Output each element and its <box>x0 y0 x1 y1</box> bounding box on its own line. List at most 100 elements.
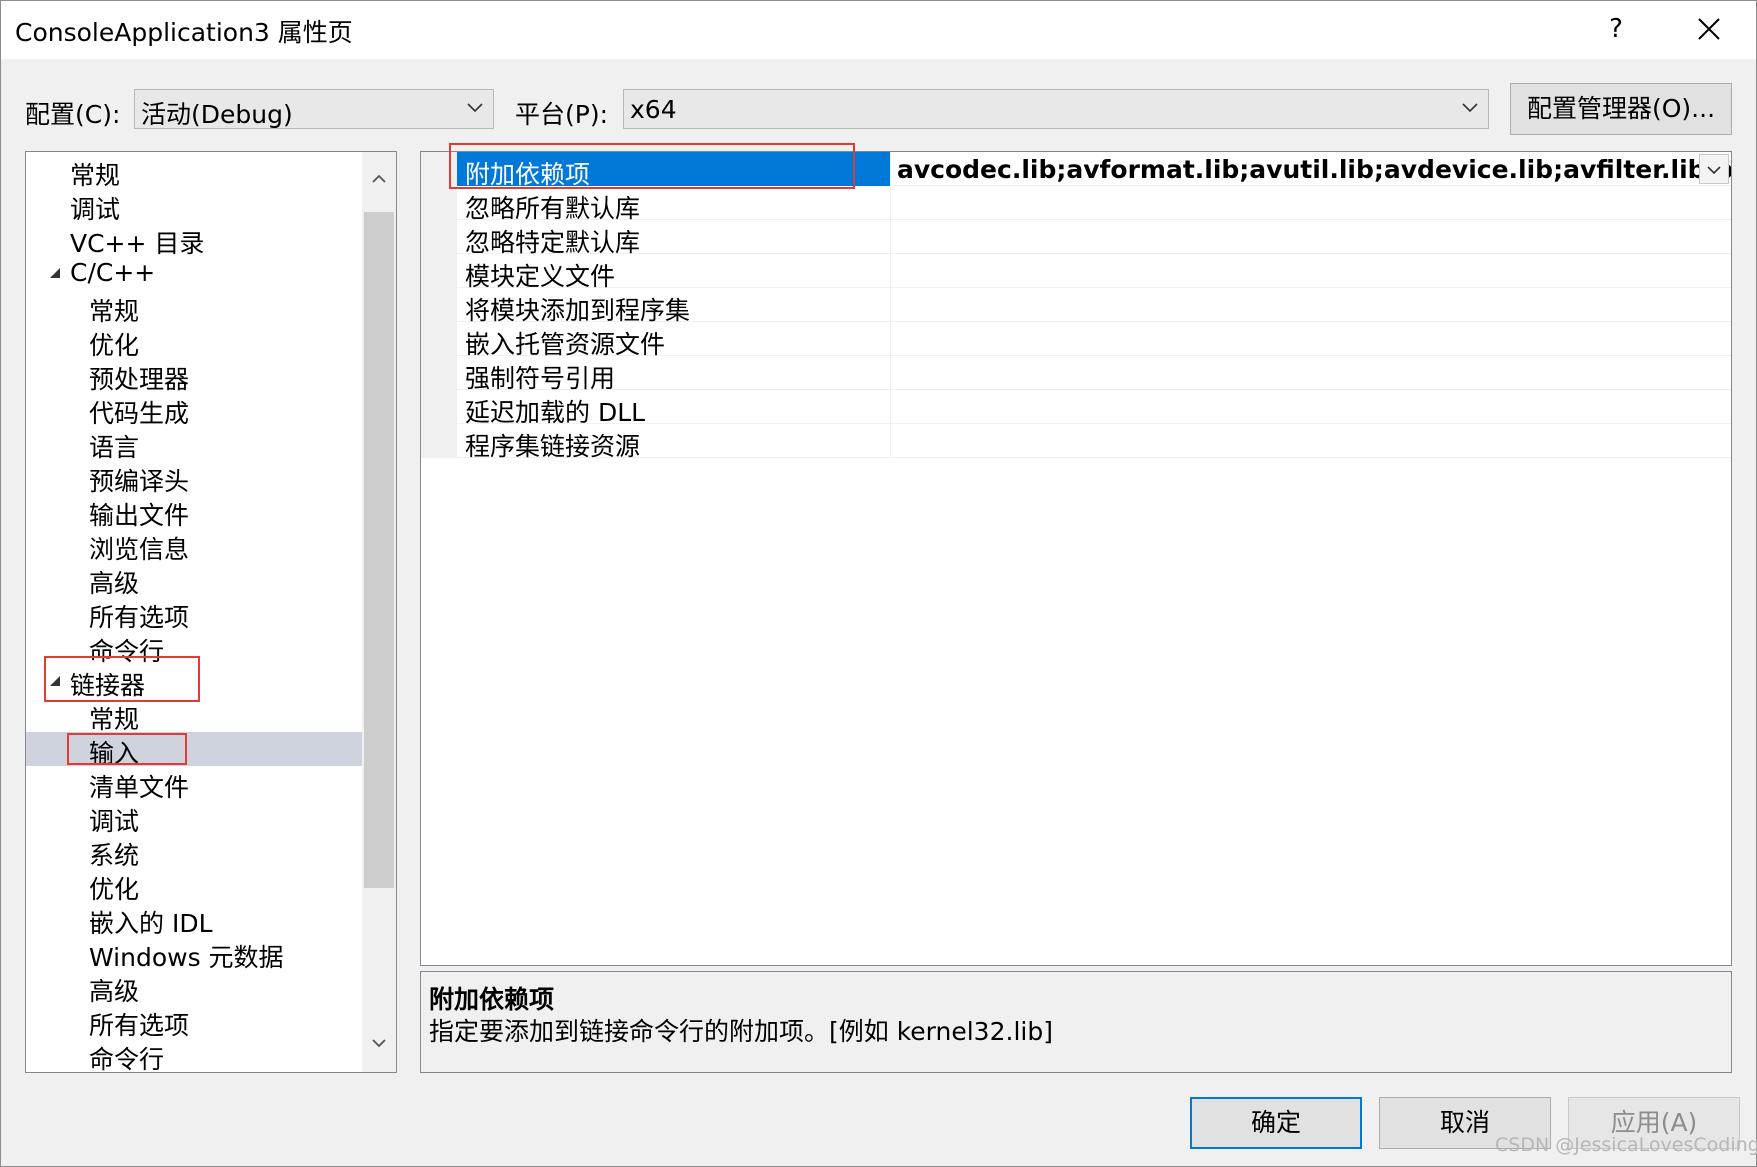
property-row[interactable]: 程序集链接资源 <box>421 424 1731 461</box>
tree-item-label: Windows 元数据 <box>89 943 284 972</box>
close-icon <box>1698 18 1720 40</box>
help-button[interactable]: ? <box>1596 9 1636 49</box>
tree-item[interactable]: 调试 <box>26 800 362 836</box>
tree-item-label: 命令行 <box>89 1045 165 1073</box>
highlight-additional-dependencies <box>449 143 855 189</box>
scroll-thumb[interactable] <box>364 212 394 888</box>
tree-item-label: 预编译头 <box>89 467 190 496</box>
property-value-cell[interactable] <box>893 186 1693 220</box>
chevron-down-icon <box>1707 166 1721 175</box>
close-button[interactable] <box>1686 9 1732 49</box>
row-gutter <box>421 322 457 356</box>
property-value-cell[interactable] <box>893 288 1693 322</box>
property-value-cell[interactable] <box>893 254 1693 288</box>
row-gutter <box>421 254 457 288</box>
configuration-manager-label: 配置管理器(O)... <box>1526 94 1716 123</box>
property-value-cell[interactable] <box>893 390 1693 424</box>
property-pages-dialog: ConsoleApplication3 属性页 ? 配置(C): 活动(Debu… <box>0 0 1757 1167</box>
tree-item-label: 系统 <box>89 841 140 870</box>
scroll-down-button[interactable] <box>362 1016 396 1072</box>
tree-item[interactable]: 调试 <box>26 188 362 224</box>
property-name-cell[interactable]: 延迟加载的 DLL <box>457 390 891 427</box>
tree-item[interactable]: 优化 <box>26 324 362 360</box>
property-value-cell[interactable] <box>893 356 1693 390</box>
property-value-cell[interactable]: avcodec.lib;avformat.lib;avutil.lib;avde… <box>893 152 1731 186</box>
chevron-down-icon <box>372 1039 386 1048</box>
tree-item[interactable]: 清单文件 <box>26 766 362 802</box>
watermark: CSDN @JessicaLovesCoding <box>1495 1134 1757 1156</box>
tree-item-label: 语言 <box>89 433 140 462</box>
property-row[interactable]: 忽略所有默认库 <box>421 186 1731 223</box>
property-name: 程序集链接资源 <box>465 432 641 461</box>
config-combobox[interactable]: 活动(Debug) <box>134 89 494 129</box>
tree-item[interactable]: VC++ 目录 <box>26 222 362 258</box>
property-row[interactable]: 将模块添加到程序集 <box>421 288 1731 325</box>
row-gutter <box>421 220 457 254</box>
highlight-linker <box>44 656 200 702</box>
tree-item[interactable]: 输出文件 <box>26 494 362 530</box>
tree-item[interactable]: C/C++ <box>26 256 362 290</box>
tree-item-label: 调试 <box>70 195 121 224</box>
scroll-up-button[interactable] <box>362 152 396 208</box>
property-row[interactable]: 强制符号引用 <box>421 356 1731 393</box>
tree-item[interactable]: 命令行 <box>26 1038 362 1072</box>
tree-item-label: 调试 <box>89 807 140 836</box>
ok-button[interactable]: 确定 <box>1190 1097 1362 1149</box>
row-gutter <box>421 288 457 322</box>
tree-scrollbar[interactable] <box>362 152 396 1072</box>
tree-item[interactable]: 系统 <box>26 834 362 870</box>
property-grid[interactable]: 附加依赖项 avcodec.lib;avformat.lib;avutil.lib… <box>420 151 1732 966</box>
tree-item[interactable]: 语言 <box>26 426 362 462</box>
expand-triangle-icon[interactable] <box>50 268 60 278</box>
property-row[interactable]: 忽略特定默认库 <box>421 220 1731 257</box>
highlight-input <box>67 733 187 765</box>
property-name-cell[interactable]: 忽略所有默认库 <box>457 186 891 223</box>
tree-item-label: 嵌入的 IDL <box>89 909 213 938</box>
tree-item[interactable]: 代码生成 <box>26 392 362 428</box>
value-dropdown-button[interactable] <box>1699 154 1729 184</box>
property-name-cell[interactable]: 模块定义文件 <box>457 254 891 291</box>
property-value-cell[interactable] <box>893 424 1693 458</box>
tree-item[interactable]: 所有选项 <box>26 1004 362 1040</box>
configuration-manager-button[interactable]: 配置管理器(O)... <box>1510 83 1732 135</box>
tree-item[interactable]: 优化 <box>26 868 362 904</box>
description-title: 附加依赖项 <box>429 985 555 1014</box>
property-name-cell[interactable]: 嵌入托管资源文件 <box>457 322 891 359</box>
tree-item-label: 代码生成 <box>89 399 190 428</box>
tree-item[interactable]: Windows 元数据 <box>26 936 362 972</box>
tree-item[interactable]: 常规 <box>26 290 362 326</box>
tree-item[interactable]: 嵌入的 IDL <box>26 902 362 938</box>
property-value-cell[interactable] <box>893 322 1693 356</box>
property-name-cell[interactable]: 强制符号引用 <box>457 356 891 393</box>
property-name-cell[interactable]: 程序集链接资源 <box>457 424 891 461</box>
row-gutter <box>421 186 457 220</box>
property-name-cell[interactable]: 将模块添加到程序集 <box>457 288 891 325</box>
property-value-cell[interactable] <box>893 220 1693 254</box>
tree-item[interactable]: 预处理器 <box>26 358 362 394</box>
tree-item-label: 输出文件 <box>89 501 190 530</box>
property-row[interactable]: 延迟加载的 DLL <box>421 390 1731 427</box>
property-row[interactable]: 模块定义文件 <box>421 254 1731 291</box>
property-value: avcodec.lib;avformat.lib;avutil.lib;avde… <box>897 155 1731 184</box>
tree-item[interactable]: 常规 <box>26 154 362 190</box>
tree-item[interactable]: 浏览信息 <box>26 528 362 564</box>
property-row[interactable]: 嵌入托管资源文件 <box>421 322 1731 359</box>
tree-item-label: 预处理器 <box>89 365 190 394</box>
tree-item[interactable]: 所有选项 <box>26 596 362 632</box>
tree-item[interactable]: 常规 <box>26 698 362 734</box>
property-name-cell[interactable]: 忽略特定默认库 <box>457 220 891 257</box>
tree-item-label: 优化 <box>89 331 140 360</box>
tree-item-label: 高级 <box>89 569 140 598</box>
title-bar: ConsoleApplication3 属性页 ? <box>1 1 1756 59</box>
tree-item[interactable]: 高级 <box>26 970 362 1006</box>
row-gutter <box>421 424 457 458</box>
tree-item-label: 常规 <box>89 705 140 734</box>
description-pane: 附加依赖项 指定要添加到链接命令行的附加项。[例如 kernel32.lib] <box>420 971 1732 1073</box>
window-title: ConsoleApplication3 属性页 <box>15 18 353 47</box>
category-tree[interactable]: 常规 调试 VC++ 目录 C/C++ 常规 优化 预处理器 代码生成 语言 预编译头 输出文件 浏览… <box>25 151 397 1073</box>
tree-item-label: 常规 <box>70 161 121 190</box>
tree-item-label: 所有选项 <box>89 1011 190 1040</box>
tree-item[interactable]: 预编译头 <box>26 460 362 496</box>
tree-item[interactable]: 高级 <box>26 562 362 598</box>
platform-combobox[interactable]: x64 <box>623 89 1489 129</box>
